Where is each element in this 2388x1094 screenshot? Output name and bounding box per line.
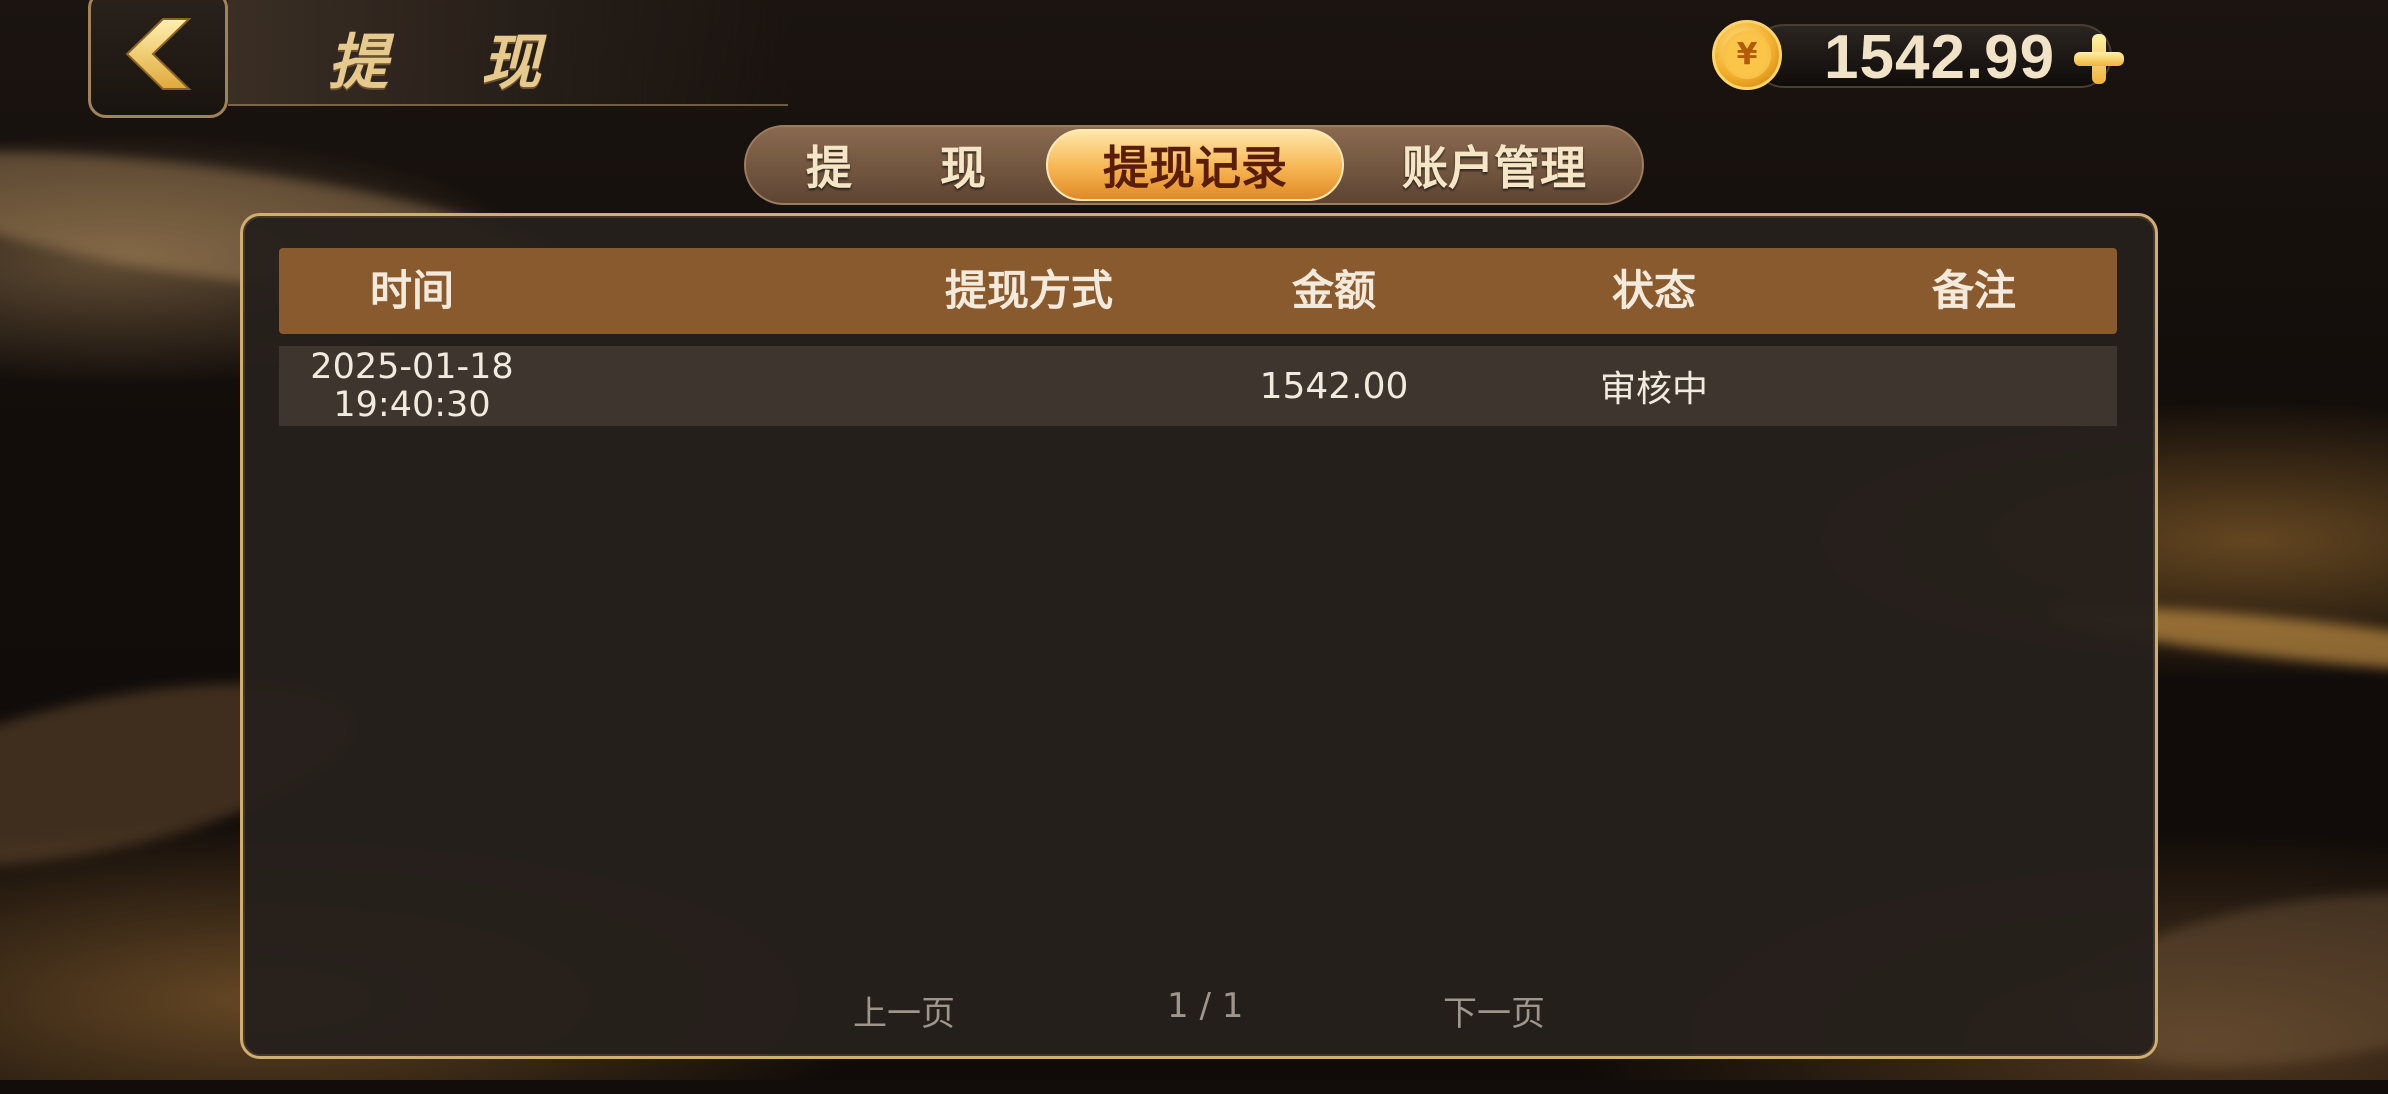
cell-note bbox=[1899, 346, 2049, 426]
cell-status: 审核中 bbox=[1599, 369, 1708, 410]
tab-withdraw-records[interactable]: 提现记录 bbox=[1046, 129, 1344, 201]
page-title: 提 现 bbox=[328, 28, 577, 98]
back-button[interactable] bbox=[88, 0, 228, 118]
chevron-left-icon bbox=[125, 18, 192, 90]
column-header-method: 提现方式 bbox=[944, 266, 1113, 315]
cell-method bbox=[879, 346, 1179, 426]
balance-value: 1542.99 bbox=[1824, 23, 2056, 92]
prev-page-button[interactable]: 上一页 bbox=[853, 986, 955, 1035]
cell-time: 2025-01-18 19:40:30 bbox=[279, 346, 545, 426]
column-header-note: 备注 bbox=[1931, 266, 2016, 315]
add-balance-icon[interactable] bbox=[2072, 32, 2126, 86]
table-header: 时间 提现方式 金额 状态 备注 bbox=[279, 248, 2117, 334]
column-header-status: 状态 bbox=[1611, 266, 1696, 315]
tab-account-management[interactable]: 账户管理 bbox=[1346, 127, 1642, 203]
cell-amount: 1542.00 bbox=[1259, 365, 1409, 407]
column-header-time: 时间 bbox=[369, 266, 454, 315]
page-indicator: 1 / 1 bbox=[1167, 986, 1244, 1026]
column-header-amount: 金额 bbox=[1291, 266, 1376, 315]
tab-withdraw[interactable]: 提 现 bbox=[746, 127, 1046, 203]
coin-icon: ¥ bbox=[1712, 20, 1782, 90]
cell-clock: 19:40:30 bbox=[333, 385, 491, 425]
records-panel: 时间 提现方式 金额 状态 备注 2025-01-18 19:40:30 154… bbox=[240, 213, 2158, 1059]
tab-bar: 提 现 提现记录 账户管理 bbox=[744, 125, 1644, 205]
table-row: 2025-01-18 19:40:30 1542.00 审核中 bbox=[279, 346, 2117, 426]
next-page-button[interactable]: 下一页 bbox=[1443, 986, 1545, 1035]
cell-date: 2025-01-18 bbox=[310, 347, 514, 387]
